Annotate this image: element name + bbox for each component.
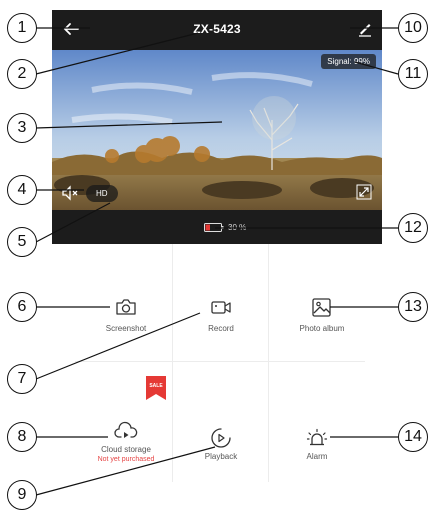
callout-7: 7: [7, 364, 37, 394]
callout-6: 6: [7, 292, 37, 322]
fullscreen-icon[interactable]: [356, 184, 372, 200]
record-label: Record: [208, 324, 234, 333]
screenshot-button[interactable]: Screenshot: [91, 296, 161, 333]
callout-5: 5: [7, 227, 37, 257]
callout-13: 13: [398, 292, 428, 322]
callout-9: 9: [7, 480, 37, 510]
callout-10: 10: [398, 13, 428, 43]
video-camera-icon: [211, 301, 231, 314]
camera-icon: [116, 299, 136, 315]
cloud-storage-button[interactable]: Cloud storage Not yet purchased: [77, 420, 175, 463]
playback-icon: [211, 428, 231, 448]
record-button[interactable]: Record: [186, 296, 256, 333]
status-strip: 30 %: [52, 210, 382, 244]
grid-divider: [268, 244, 269, 482]
playback-button[interactable]: Playback: [186, 427, 256, 461]
photo-album-button[interactable]: Photo album: [282, 296, 362, 333]
callout-4: 4: [7, 175, 37, 205]
callout-3: 3: [7, 113, 37, 143]
screenshot-label: Screenshot: [105, 324, 147, 333]
playback-label: Playback: [204, 452, 238, 461]
battery-icon: [204, 223, 224, 232]
grid-divider: [75, 361, 365, 362]
live-video-feed[interactable]: Signal: 99% HD: [52, 50, 382, 210]
video-controls: HD: [60, 184, 118, 202]
battery-fill: [205, 224, 210, 231]
top-bar: ZX-5423: [52, 10, 382, 50]
device-title: ZX-5423: [193, 22, 241, 36]
pencil-icon[interactable]: [354, 18, 376, 40]
cloud-play-icon: [114, 421, 138, 438]
battery-percent: 30 %: [228, 223, 247, 232]
cloud-storage-status: Not yet purchased: [97, 456, 155, 463]
alarm-label: Alarm: [306, 452, 328, 461]
alarm-button[interactable]: Alarm: [282, 427, 352, 461]
sale-badge: SALE: [146, 376, 166, 400]
callout-11: 11: [398, 59, 428, 89]
callout-12: 12: [398, 213, 428, 243]
speaker-mute-icon[interactable]: [60, 184, 80, 202]
callout-14: 14: [398, 422, 428, 452]
cloud-storage-label: Cloud storage: [101, 445, 151, 454]
hd-button[interactable]: HD: [86, 184, 118, 202]
callout-8: 8: [7, 422, 37, 452]
alarm-light-icon: [306, 428, 328, 446]
photo-album-label: Photo album: [299, 324, 345, 333]
sale-badge-text: SALE: [149, 383, 163, 389]
signal-badge: Signal: 99%: [321, 54, 376, 69]
callout-1: 1: [7, 13, 37, 43]
feature-grid: Screenshot Record Photo album SALE Cloud…: [75, 244, 365, 482]
image-icon: [312, 298, 331, 317]
callout-2: 2: [7, 59, 37, 89]
